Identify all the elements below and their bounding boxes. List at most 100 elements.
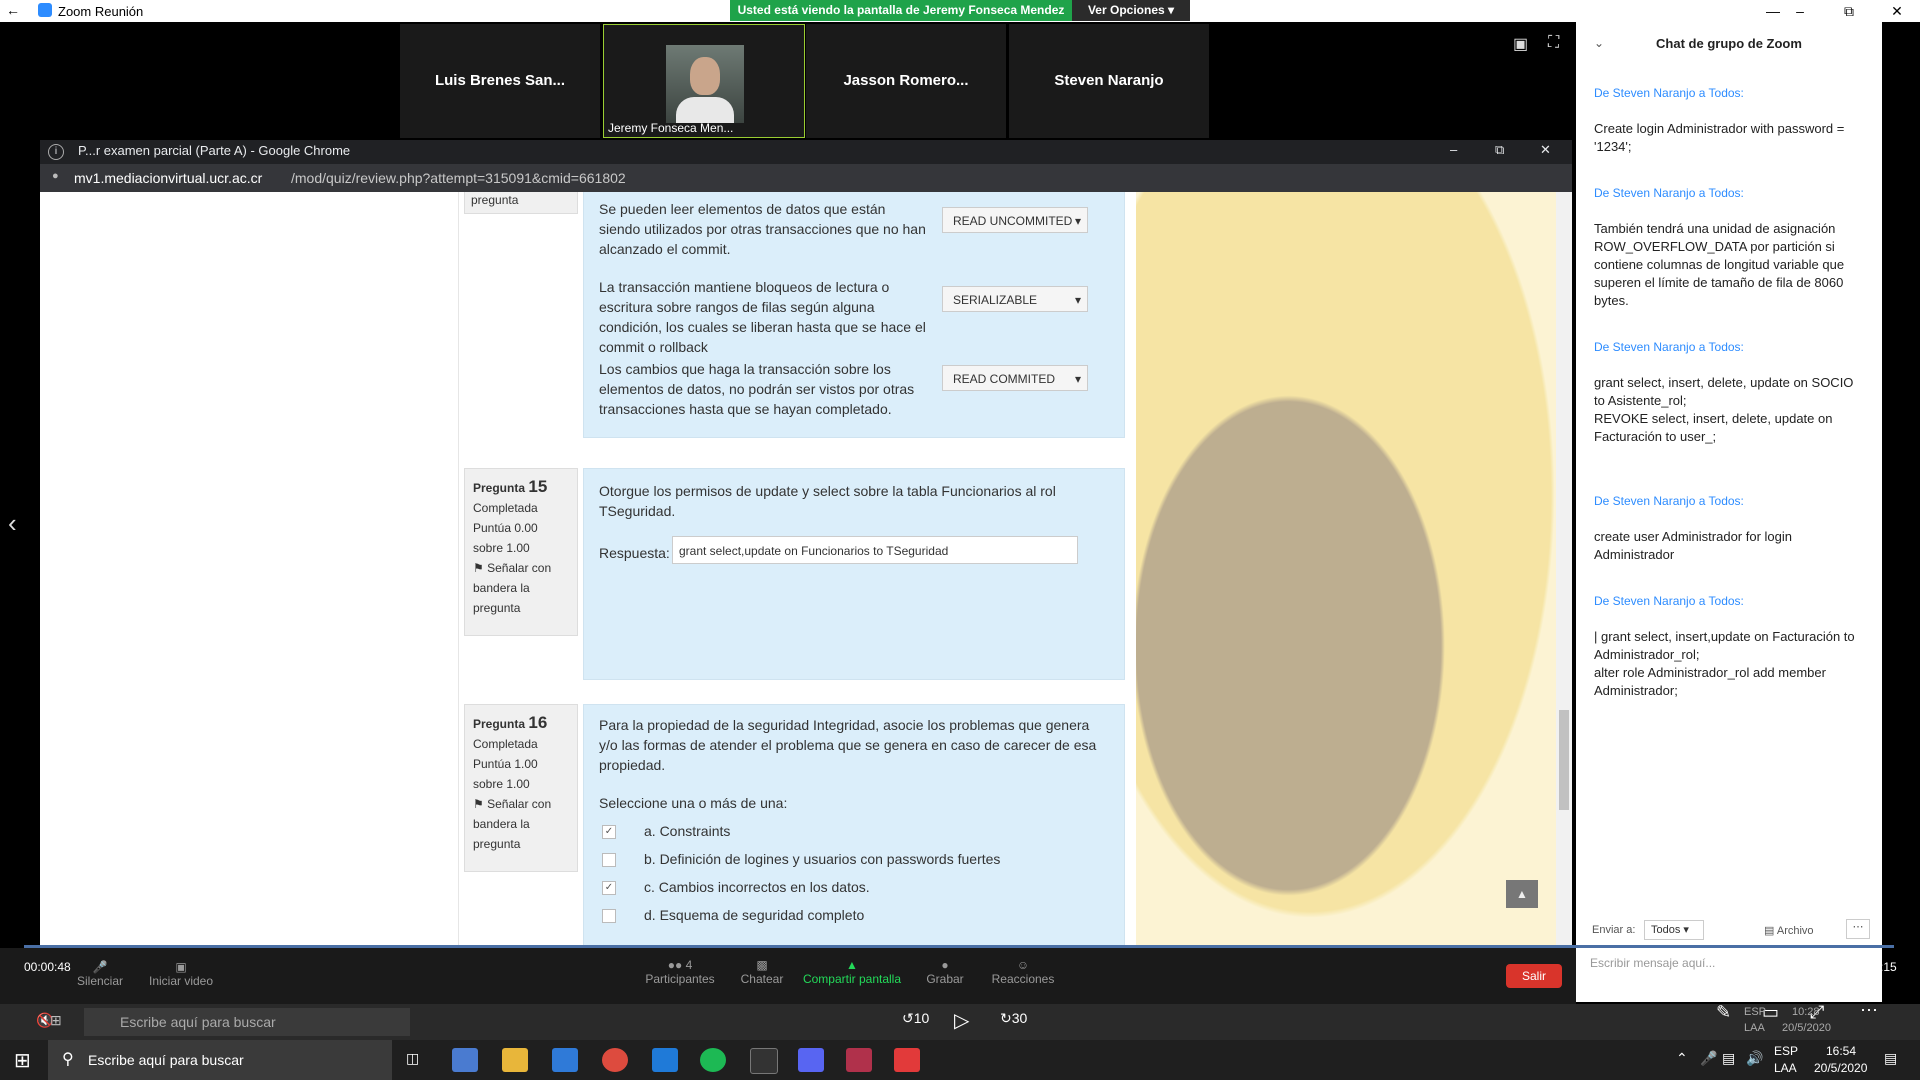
reactions-button[interactable]: ☺ Reacciones — [984, 958, 1062, 986]
checkbox-checked-icon[interactable]: ✓ — [602, 825, 616, 839]
participant-tile[interactable]: Jasson Romero... — [806, 24, 1006, 138]
participant-tile[interactable]: Luis Brenes San... — [400, 24, 600, 138]
volume-icon[interactable]: 🔊 — [1746, 1050, 1763, 1067]
pen-icon[interactable]: ✎ — [1716, 1002, 1731, 1023]
chat-button[interactable]: ▩ Chatear — [732, 958, 792, 986]
url-path: /mod/quiz/review.php?attempt=315091&cmid… — [291, 170, 626, 186]
flag-icon: ⚑ — [473, 561, 484, 575]
participant-name: Luis Brenes San... — [434, 72, 566, 89]
windows-start-icon[interactable]: ⊞ — [14, 1048, 31, 1073]
flag-icon: ⚑ — [473, 797, 484, 811]
participant-tile[interactable]: Steven Naranjo — [1009, 24, 1209, 138]
chat-sender: De Steven Naranjo a Todos: — [1594, 186, 1744, 200]
question-text: Otorgue los permisos de update y select … — [599, 483, 1056, 519]
back-arrow-icon[interactable]: ← — [6, 2, 22, 18]
network-icon[interactable]: ▤ — [1722, 1050, 1735, 1067]
flag-question-link[interactable]: ⚑ Señalar con bandera la pregunta — [473, 558, 569, 618]
clock-date[interactable]: 20/5/2020 — [1814, 1061, 1867, 1075]
inner-clock-time: 10:28 — [1792, 1006, 1820, 1018]
matching-select[interactable]: SERIALIZABLE ▾ — [942, 286, 1088, 312]
app-icon[interactable] — [894, 1048, 920, 1072]
clock-time[interactable]: 16:54 — [1826, 1044, 1856, 1058]
window-title: Zoom Reunión — [58, 4, 144, 19]
video-player-icon[interactable] — [846, 1048, 872, 1072]
lang-variant: LAA — [1744, 1022, 1765, 1034]
share-screen-button[interactable]: ▲ Compartir pantalla — [800, 958, 904, 986]
more-options-icon[interactable]: ⋯ — [1846, 919, 1870, 939]
fullscreen-icon[interactable]: ⛶ — [1548, 34, 1559, 52]
notifications-icon[interactable]: ▤ — [1884, 1050, 1897, 1067]
chrome-icon[interactable] — [602, 1048, 628, 1072]
send-to-select[interactable]: Todos ▾ — [1644, 920, 1704, 940]
lang-code[interactable]: ESP — [1774, 1044, 1798, 1058]
spotify-icon[interactable] — [700, 1048, 726, 1072]
lang-variant[interactable]: LAA — [1774, 1061, 1797, 1075]
file-button[interactable]: ▤ Archivo — [1764, 924, 1814, 937]
chrome-titlebar: i P...r examen parcial (Parte A) - Googl… — [40, 140, 1572, 164]
record-button[interactable]: ● Grabar — [920, 958, 970, 986]
inner-clock-date: 20/5/2020 — [1782, 1022, 1831, 1034]
question-box-matching: Se pueden leer elementos de datos que es… — [583, 192, 1125, 438]
more-icon[interactable]: ⋯ — [1860, 1000, 1878, 1021]
participant-name: Jeremy Fonseca Men... — [608, 121, 734, 135]
taskbar-search-box[interactable]: Escribe aquí para buscar — [48, 1040, 392, 1080]
chat-input[interactable]: Escribir mensaje aquí... — [1590, 948, 1870, 978]
record-icon: ● — [941, 958, 949, 972]
play-icon[interactable]: ▷ — [954, 1008, 969, 1033]
task-view-icon[interactable]: ◫ — [406, 1050, 419, 1067]
question-label: Pregunta — [473, 717, 526, 731]
rewind-icon[interactable]: ↺10 — [902, 1010, 929, 1027]
share-banner: Usted está viendo la pantalla de Jeremy … — [730, 0, 1072, 21]
mail-icon[interactable] — [552, 1048, 578, 1072]
leave-button[interactable]: Salir — [1506, 964, 1562, 988]
edge-icon[interactable] — [652, 1048, 678, 1072]
matching-select[interactable]: READ UNCOMMITED ▾ — [942, 207, 1088, 233]
participants-icon: ●● — [667, 958, 683, 972]
answer-input[interactable]: grant select,update on Funcionarios to T… — [672, 536, 1078, 564]
page-scrollbar[interactable] — [1556, 192, 1572, 948]
flag-question-link[interactable]: ⚑ Señalar con bandera la pregunta — [473, 794, 569, 854]
chevron-left-icon[interactable]: ‹ — [8, 508, 17, 539]
chrome-close-icon[interactable]: ✕ — [1540, 142, 1551, 158]
back-to-top-button[interactable]: ▲ — [1506, 880, 1538, 908]
search-box[interactable]: Escribe aquí para buscar — [84, 1008, 410, 1036]
option-label: a. Constraints — [644, 823, 731, 839]
minimize-icon[interactable]: – — [1780, 0, 1820, 22]
address-bar[interactable]: ● mv1.mediacionvirtual.ucr.ac.cr /mod/qu… — [40, 164, 1572, 192]
matching-select[interactable]: READ COMMITED ▾ — [942, 365, 1088, 391]
chrome-minimize-icon[interactable]: – — [1450, 142, 1457, 157]
microphone-tray-icon[interactable]: 🎤 — [1700, 1050, 1717, 1067]
select-prompt: Seleccione una o más de una: — [599, 795, 788, 811]
chat-sender: De Steven Naranjo a Todos: — [1594, 594, 1744, 608]
discord-icon[interactable] — [798, 1048, 824, 1072]
mute-button[interactable]: 🎤 Silenciar — [70, 960, 130, 988]
start-video-button[interactable]: ▣ Iniciar video — [136, 960, 226, 988]
question-info-15: Pregunta 15 Completada Puntúa 0.00 sobre… — [464, 468, 578, 636]
question-number: 15 — [528, 477, 548, 496]
question-box-15: Otorgue los permisos de update y select … — [583, 468, 1125, 680]
participant-tile-active[interactable]: Jeremy Fonseca Men... — [603, 24, 805, 138]
matching-item-text: La transacción mantiene bloqueos de lect… — [599, 279, 926, 355]
chrome-tab-title: P...r examen parcial (Parte A) - Google … — [78, 143, 351, 158]
store-icon[interactable] — [452, 1048, 478, 1072]
playback-progress-bar[interactable] — [24, 945, 1894, 948]
tray-chevron-icon[interactable]: ⌃ — [1676, 1050, 1688, 1067]
question-text: Para la propiedad de la seguridad Integr… — [599, 717, 1097, 773]
gallery-view-icon[interactable]: ▣ — [1513, 34, 1528, 54]
forward-icon[interactable]: ↻30 — [1000, 1010, 1027, 1027]
close-button[interactable]: ✕ — [1874, 0, 1920, 22]
chat-message-text: create user Administrador for login Admi… — [1594, 529, 1792, 562]
microphone-icon: 🎤 — [92, 960, 108, 974]
flag-text: pregunta — [471, 193, 519, 207]
checkbox-icon[interactable] — [602, 909, 616, 923]
file-explorer-icon[interactable] — [502, 1048, 528, 1072]
checkbox-icon[interactable] — [602, 853, 616, 867]
info-icon[interactable]: i — [48, 144, 64, 160]
epic-games-icon[interactable] — [750, 1048, 778, 1074]
participants-button[interactable]: ●● 4 Participantes — [640, 958, 720, 986]
checkbox-checked-icon[interactable]: ✓ — [602, 881, 616, 895]
maximize-button[interactable]: ⧉ — [1826, 0, 1872, 22]
view-options-button[interactable]: Ver Opciones ▾ — [1072, 0, 1190, 21]
chrome-restore-icon[interactable]: ⧉ — [1495, 142, 1504, 158]
windows-taskbar: ⊞ Escribe aquí para buscar ⚲ ◫ ⌃ 🎤 ▤ 🔊 E… — [0, 1040, 1920, 1080]
